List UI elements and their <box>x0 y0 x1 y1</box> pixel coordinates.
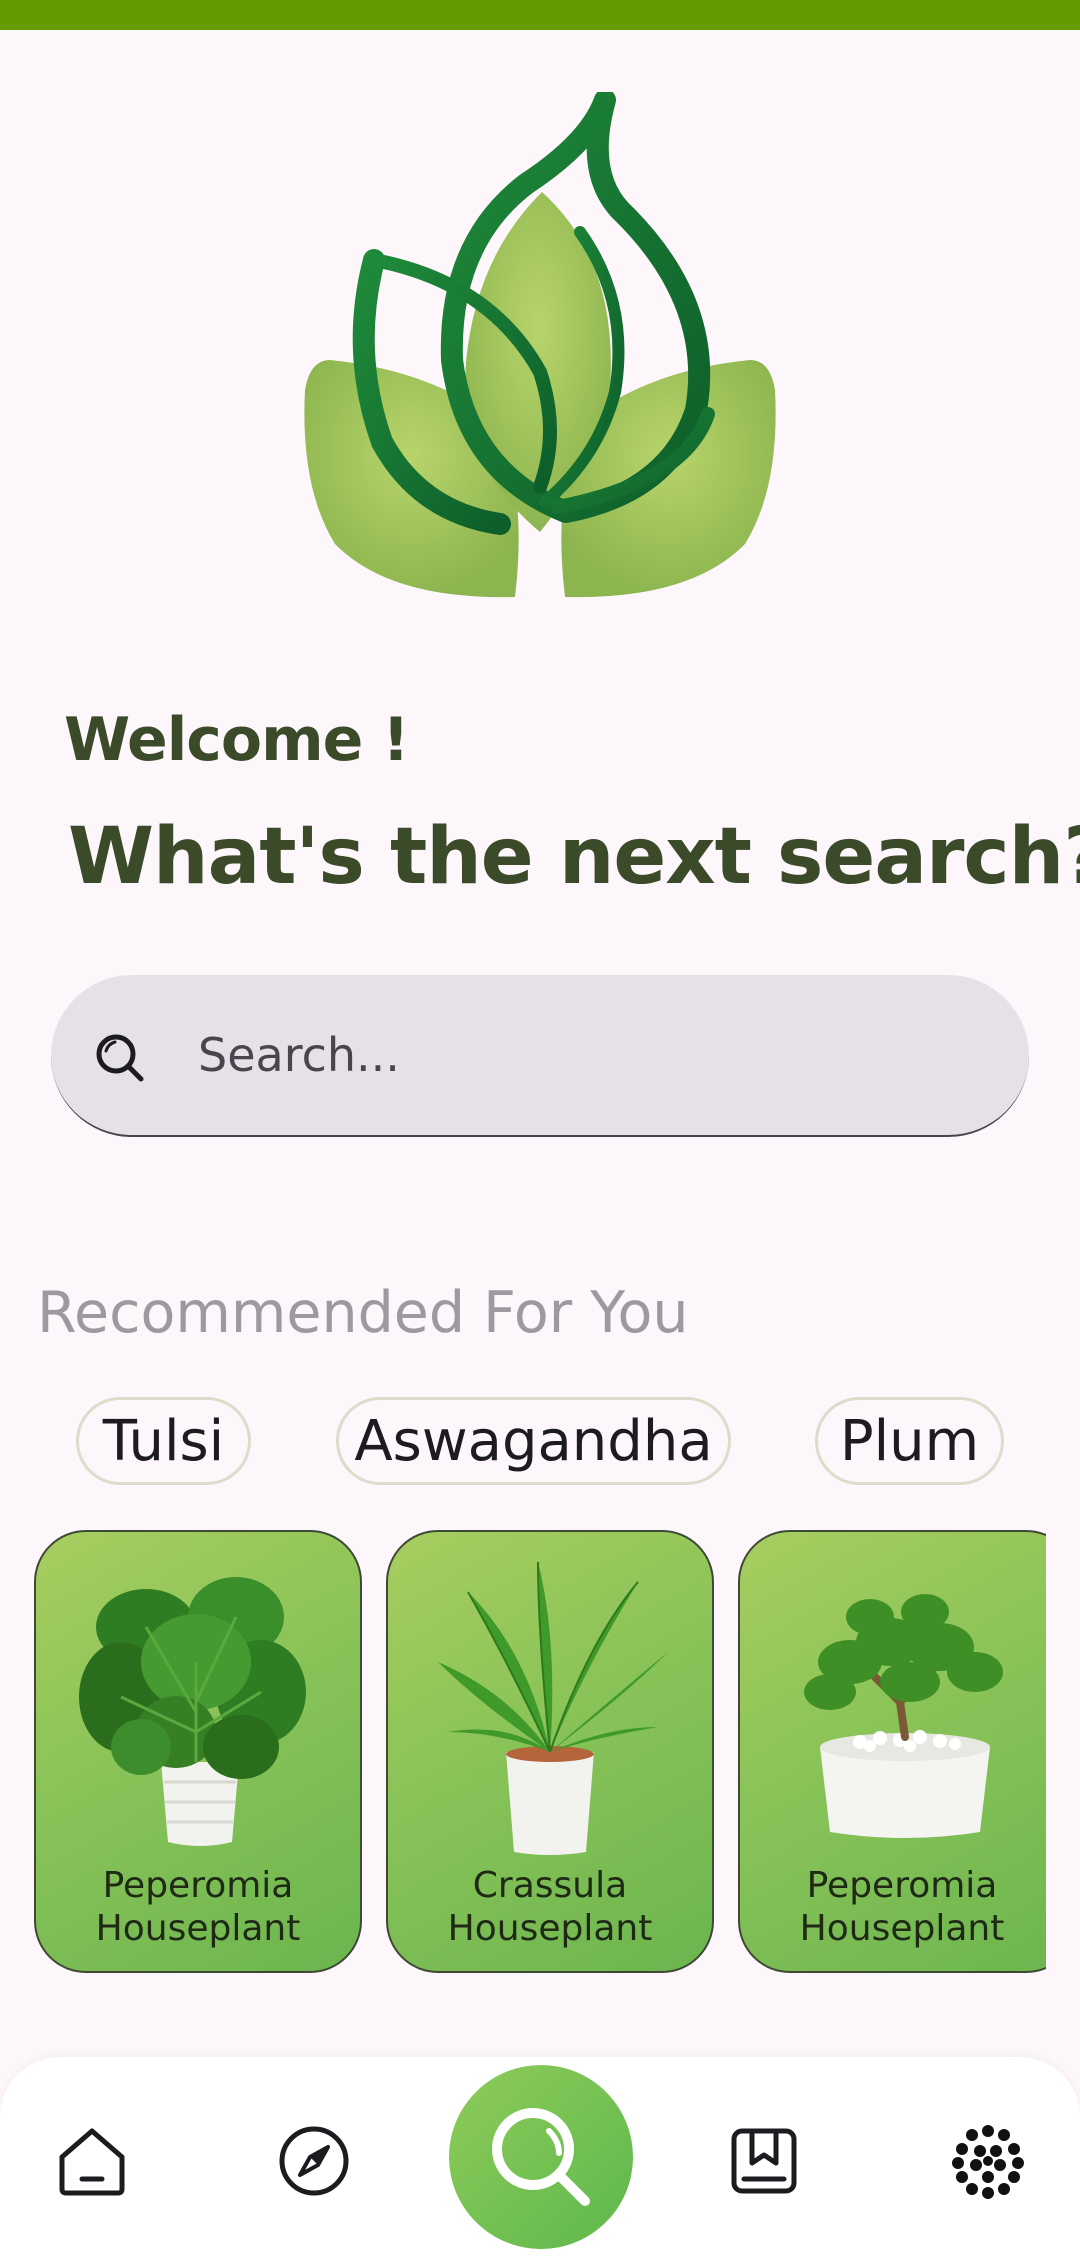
plant-card[interactable]: Peperomia Houseplant <box>738 1530 1046 1973</box>
plant-card[interactable]: Crassula Houseplant <box>386 1530 714 1973</box>
plant-image <box>79 1577 306 1846</box>
leaf-logo <box>304 92 776 598</box>
search-bar[interactable] <box>51 975 1029 1137</box>
search-icon <box>96 1034 144 1082</box>
plant-card[interactable]: Peperomia Houseplant <box>34 1530 362 1973</box>
recommended-cards: Peperomia Houseplant Crassula Houseplant… <box>0 1530 1046 1975</box>
bookmark-icon[interactable] <box>726 2123 802 2199</box>
home-icon[interactable] <box>54 2123 130 2199</box>
welcome-text: Welcome ! <box>64 705 410 775</box>
search-input[interactable] <box>198 1005 978 1105</box>
section-title: Recommended For You <box>37 1280 689 1346</box>
top-accent-bar <box>0 0 1080 30</box>
plant-image <box>438 1561 668 1855</box>
plant-image <box>804 1594 1003 1838</box>
search-icon <box>492 2108 590 2206</box>
profile-icon[interactable] <box>950 2123 1026 2199</box>
chip-tulsi[interactable]: Tulsi <box>76 1397 251 1485</box>
bottom-nav <box>0 2057 1080 2257</box>
chip-aswagandha[interactable]: Aswagandha <box>336 1397 731 1485</box>
card-title: Peperomia Houseplant <box>799 1865 1005 1949</box>
compass-icon[interactable] <box>276 2123 352 2199</box>
page-title: What's the next search? <box>68 812 1080 902</box>
card-title: Peperomia Houseplant <box>95 1865 301 1949</box>
card-title: Crassula Houseplant <box>447 1865 653 1949</box>
search-nav-button[interactable] <box>449 2065 633 2249</box>
chip-plum[interactable]: Plum <box>815 1397 1004 1485</box>
